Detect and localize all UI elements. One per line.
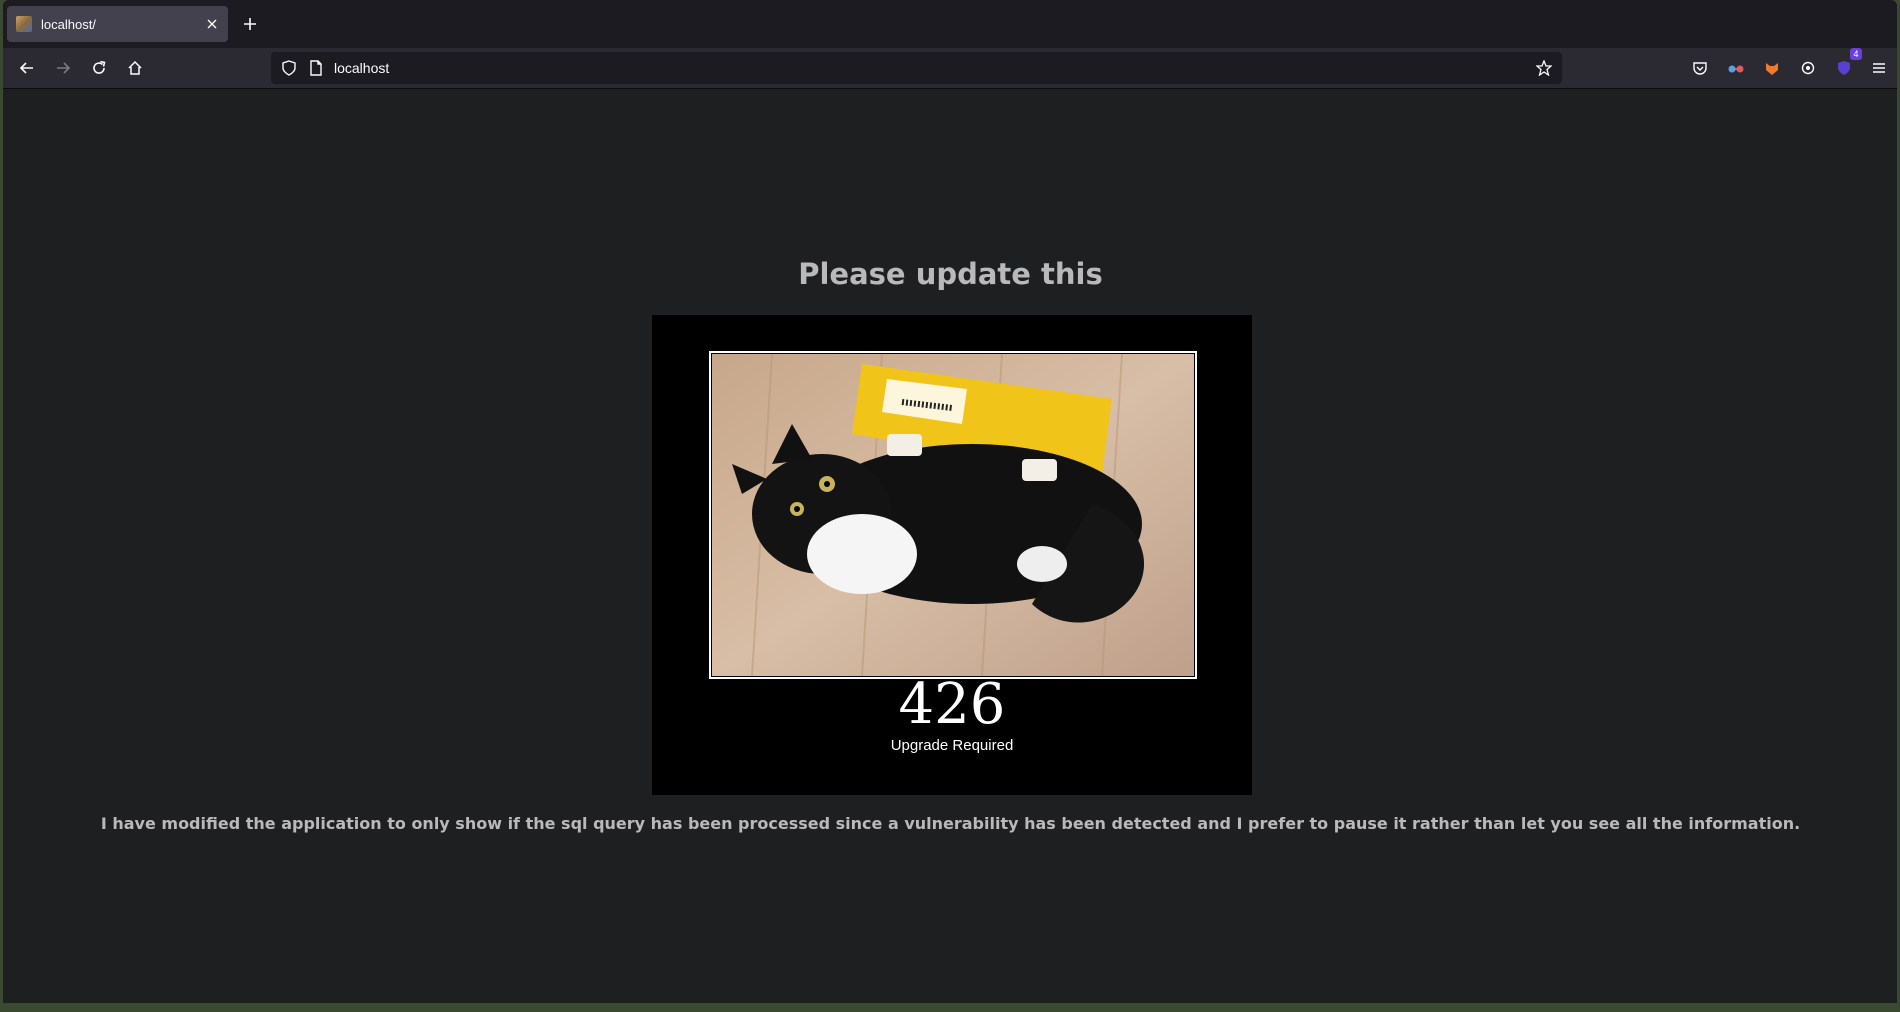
shield-extension-icon bbox=[1838, 61, 1850, 75]
pocket-icon bbox=[1693, 62, 1707, 75]
extension-gear-button[interactable] bbox=[1794, 54, 1822, 82]
cat-in-box-image bbox=[712, 354, 1194, 676]
tab-strip: localhost/ bbox=[3, 0, 1897, 48]
extension-glasses-button[interactable] bbox=[1722, 54, 1750, 82]
hamburger-menu-icon bbox=[1873, 63, 1885, 73]
tab-localhost[interactable]: localhost/ bbox=[7, 6, 228, 42]
cat-photo-frame bbox=[709, 351, 1197, 679]
extension-badge-count: 4 bbox=[1850, 48, 1862, 60]
page-heading: Please update this bbox=[798, 257, 1103, 291]
plus-icon bbox=[244, 18, 256, 30]
arrow-right-icon bbox=[57, 62, 71, 74]
page-info-icon[interactable] bbox=[308, 60, 324, 76]
extension-fox-button[interactable] bbox=[1758, 54, 1786, 82]
browser-window: localhost/ localhost 4 Please update thi… bbox=[3, 0, 1897, 1003]
page-content: Please update this 426 Upgrade Required … bbox=[3, 89, 1897, 1003]
arrow-left-icon bbox=[19, 62, 33, 74]
back-button[interactable] bbox=[13, 54, 41, 82]
gear-icon bbox=[1801, 61, 1815, 75]
status-code: 426 bbox=[898, 672, 1006, 737]
pocket-button[interactable] bbox=[1686, 54, 1714, 82]
reload-button[interactable] bbox=[85, 54, 113, 82]
home-button[interactable] bbox=[121, 54, 149, 82]
home-icon bbox=[128, 60, 142, 75]
status-reason: Upgrade Required bbox=[890, 737, 1014, 754]
reload-icon bbox=[93, 60, 106, 74]
url-bar[interactable]: localhost bbox=[271, 52, 1562, 84]
glasses-icon bbox=[1728, 65, 1744, 73]
tab-title: localhost/ bbox=[41, 16, 96, 32]
bookmark-star-icon[interactable] bbox=[1535, 59, 1553, 77]
url-text[interactable]: localhost bbox=[334, 60, 389, 76]
app-menu-button[interactable] bbox=[1865, 54, 1893, 82]
navigation-toolbar: localhost 4 bbox=[3, 48, 1897, 89]
site-favicon-icon bbox=[16, 16, 32, 32]
error-poster: 426 Upgrade Required bbox=[652, 315, 1252, 795]
new-tab-button[interactable] bbox=[236, 10, 264, 38]
forward-button[interactable] bbox=[49, 54, 77, 82]
fox-icon bbox=[1766, 63, 1778, 75]
extension-badge-button[interactable]: 4 bbox=[1830, 48, 1862, 82]
close-tab-icon[interactable] bbox=[202, 14, 222, 34]
page-note: I have modified the application to only … bbox=[100, 814, 1801, 833]
tracking-shield-icon[interactable] bbox=[281, 60, 297, 76]
